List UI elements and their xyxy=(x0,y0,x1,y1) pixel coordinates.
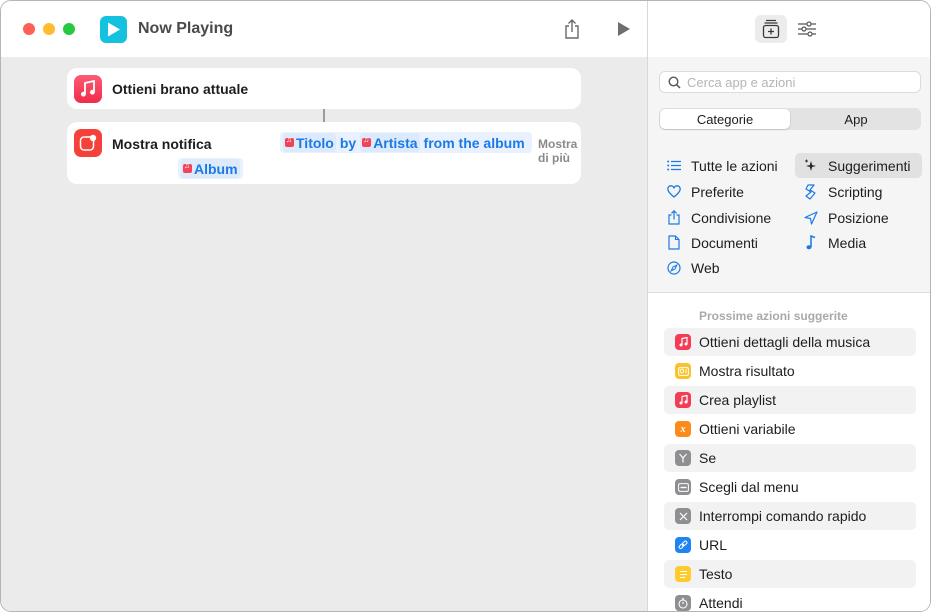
segment-categories[interactable]: Categorie xyxy=(660,109,790,129)
segment-apps[interactable]: App xyxy=(791,108,921,130)
run-button[interactable] xyxy=(612,17,636,41)
suggestion-item[interactable]: Crea playlist xyxy=(664,386,916,414)
variable-token-artist[interactable]: Artista xyxy=(360,133,420,152)
link-icon xyxy=(675,537,691,553)
action-card-show-notification[interactable]: Mostra notifica Titolo by Artista from t… xyxy=(67,122,581,184)
suggestion-item[interactable]: Interrompi comando rapido xyxy=(664,502,916,530)
action-card-get-current-song[interactable]: Ottieni brano attuale xyxy=(67,68,581,109)
list-icon xyxy=(666,158,682,174)
notification-body-text[interactable]: Titolo by Artista from the album xyxy=(280,132,532,153)
category-documents[interactable]: Documenti xyxy=(664,230,789,255)
maximize-window-button[interactable] xyxy=(63,23,75,35)
category-all-actions[interactable]: Tutte le azioni xyxy=(664,153,789,178)
action-library-button[interactable] xyxy=(755,15,787,43)
editor-area: Now Playing Ottieni brano attuale Mostra… xyxy=(1,1,647,611)
sidebar-toolbar xyxy=(648,1,930,57)
suggestion-item[interactable]: Mostra risultato xyxy=(664,357,916,385)
suggestion-item[interactable]: Ottieni dettagli della musica xyxy=(664,328,916,356)
action-connector xyxy=(323,109,325,122)
action-label: Mostra notifica xyxy=(112,136,212,152)
play-icon[interactable] xyxy=(100,16,127,43)
token-text-from-the-album: from the album xyxy=(423,134,525,151)
variable-token-album[interactable]: Album xyxy=(181,159,240,178)
token-text-by: by xyxy=(339,134,357,151)
document-icon xyxy=(666,235,682,251)
category-suggestions[interactable]: Suggerimenti xyxy=(795,153,922,178)
share-button[interactable] xyxy=(560,17,584,41)
variable-icon: x xyxy=(675,421,691,437)
stop-x-icon xyxy=(675,508,691,524)
shortcut-title[interactable]: Now Playing xyxy=(138,20,233,38)
music-variable-icon xyxy=(183,161,192,173)
text-icon xyxy=(675,566,691,582)
titlebar: Now Playing xyxy=(1,1,647,57)
share-icon xyxy=(666,210,682,226)
search-field[interactable] xyxy=(659,71,921,93)
notification-body-text-2[interactable]: Album xyxy=(178,158,243,179)
music-note-icon xyxy=(675,334,691,350)
sliders-icon xyxy=(798,21,816,37)
notification-body-field[interactable]: Titolo by Artista from the album xyxy=(280,132,532,153)
branch-icon xyxy=(675,450,691,466)
heart-icon xyxy=(666,184,682,200)
shortcut-settings-button[interactable] xyxy=(791,15,823,43)
view-segmented-control: Categorie App xyxy=(659,108,921,130)
categories-panel: Categorie App Tutte le azioni Suggerimen… xyxy=(648,57,930,293)
music-variable-icon xyxy=(285,135,294,147)
minimize-window-button[interactable] xyxy=(43,23,55,35)
search-input[interactable] xyxy=(687,74,912,90)
search-icon xyxy=(668,76,681,89)
notification-body-line2[interactable]: Album xyxy=(178,158,243,179)
category-location[interactable]: Posizione xyxy=(795,205,922,230)
music-note-icon xyxy=(74,75,102,103)
play-icon xyxy=(618,22,630,36)
music-note-icon xyxy=(803,235,819,251)
suggestion-item[interactable]: Attendi xyxy=(664,589,916,611)
action-library-icon xyxy=(762,19,780,39)
notification-icon xyxy=(74,129,102,157)
show-more-button[interactable]: Mostra di più xyxy=(538,137,581,165)
shortcut-window: Now Playing Ottieni brano attuale Mostra… xyxy=(0,0,931,612)
music-variable-icon xyxy=(362,135,372,147)
location-arrow-icon xyxy=(803,210,819,226)
action-label: Ottieni brano attuale xyxy=(112,81,249,97)
variable-token-title[interactable]: Titolo xyxy=(283,133,336,152)
action-library-sidebar: Categorie App Tutte le azioni Suggerimen… xyxy=(647,1,930,611)
compass-icon xyxy=(666,260,682,276)
suggestion-item[interactable]: URL xyxy=(664,531,916,559)
category-media[interactable]: Media xyxy=(795,230,922,255)
music-note-icon xyxy=(675,392,691,408)
suggestions-header: Prossime azioni suggerite xyxy=(699,309,848,323)
suggestion-item[interactable]: Testo xyxy=(664,560,916,588)
suggested-actions-list: Prossime azioni suggerite Ottieni dettag… xyxy=(648,294,930,611)
timer-icon xyxy=(675,595,691,611)
suggestion-item[interactable]: Scegli dal menu xyxy=(664,473,916,501)
suggestion-item[interactable]: x Ottieni variabile xyxy=(664,415,916,443)
suggestion-item[interactable]: Se xyxy=(664,444,916,472)
result-icon xyxy=(675,363,691,379)
close-window-button[interactable] xyxy=(23,23,35,35)
category-scripting[interactable]: Scripting xyxy=(795,179,922,204)
share-icon xyxy=(565,19,579,39)
category-sharing[interactable]: Condivisione xyxy=(664,205,789,230)
category-favorites[interactable]: Preferite xyxy=(664,179,789,204)
scripting-icon xyxy=(803,183,819,200)
sparkle-icon xyxy=(803,158,819,174)
category-web[interactable]: Web xyxy=(664,255,789,280)
menu-icon xyxy=(675,479,691,495)
